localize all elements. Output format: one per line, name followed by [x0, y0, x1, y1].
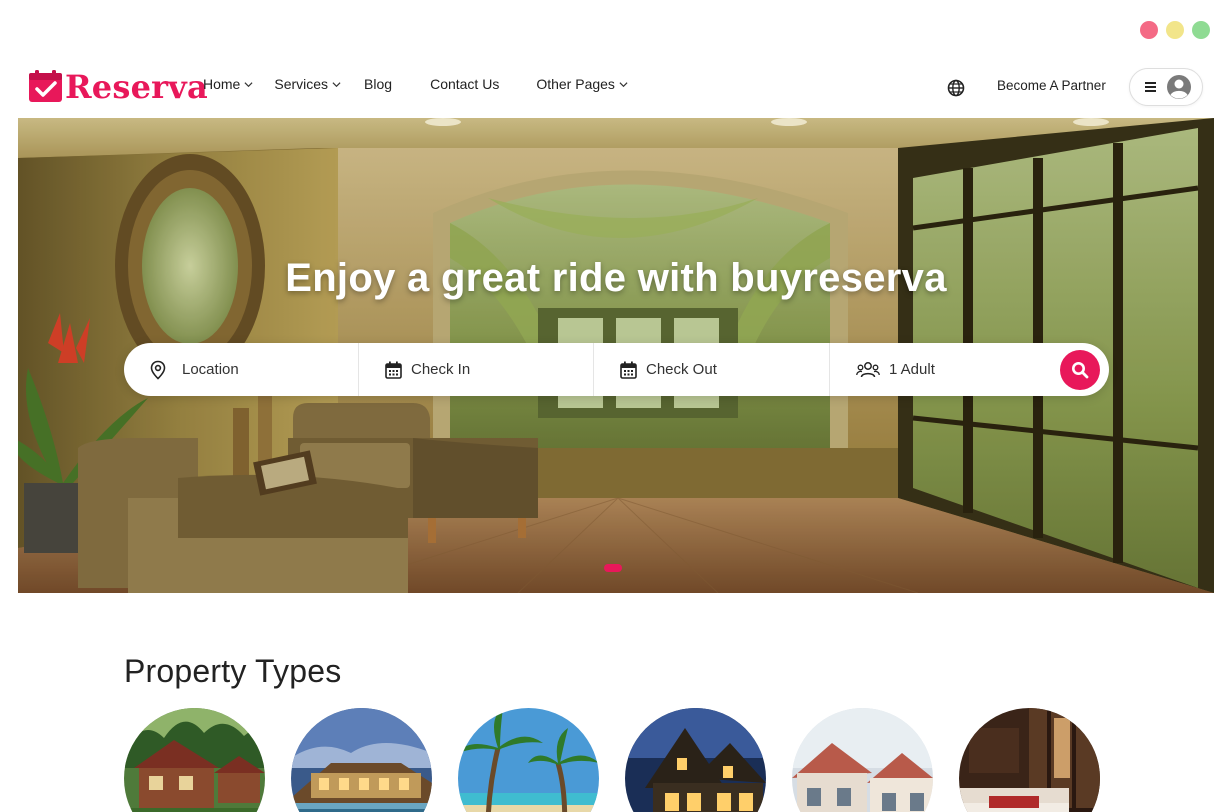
map-pin-icon [150, 360, 166, 380]
nav-item-label: Contact Us [430, 76, 500, 92]
close-window-dot[interactable] [1140, 21, 1158, 39]
nav-item-other-pages[interactable]: Other Pages [536, 76, 628, 92]
nav-item-contact-us[interactable]: Contact Us [430, 76, 499, 92]
property-types-title: Property Types [124, 653, 342, 689]
window-controls [1140, 21, 1210, 39]
calendar-icon [385, 361, 402, 379]
site-header: Reserva Home Services Blog Contact Us Ot… [0, 62, 1232, 114]
nav-item-label: Blog [364, 76, 393, 92]
property-type-beach[interactable] [458, 708, 599, 812]
nav-item-label: Services [274, 76, 329, 92]
property-type-resort[interactable] [291, 708, 432, 812]
hamburger-icon [1145, 82, 1156, 92]
become-partner-link[interactable]: Become A Partner [997, 78, 1106, 93]
wooden-cabin-photo [124, 708, 265, 812]
chevron-down-icon [244, 81, 253, 87]
nav-item-services[interactable]: Services [274, 76, 341, 92]
search-button[interactable] [1060, 350, 1100, 390]
users-icon [856, 361, 880, 377]
property-type-cabin[interactable] [124, 708, 265, 812]
brand-logo[interactable]: Reserva [28, 69, 208, 105]
main-nav: Home Services Blog Contact Us Other Page… [203, 76, 628, 92]
calendar-icon [620, 361, 637, 379]
location-placeholder: Location [182, 361, 239, 378]
property-type-townhouse[interactable] [792, 708, 933, 812]
chevron-down-icon [619, 81, 628, 87]
check-in-field[interactable]: Check In [359, 343, 594, 396]
check-out-field[interactable]: Check Out [594, 343, 830, 396]
property-type-hotel-room[interactable] [959, 708, 1100, 812]
nav-item-home[interactable]: Home [203, 76, 253, 92]
user-avatar-icon [1167, 75, 1191, 99]
palm-beach-photo [458, 708, 599, 812]
nav-item-label: Other Pages [536, 76, 615, 92]
property-type-villa[interactable] [625, 708, 766, 812]
hero-title: Enjoy a great ride with buyreserva [285, 256, 947, 300]
search-bar: Location Check In Check Out 1 Adult [124, 343, 1109, 396]
location-field[interactable]: Location [124, 343, 359, 396]
minimize-window-dot[interactable] [1166, 21, 1184, 39]
check-in-label: Check In [411, 361, 471, 378]
nav-item-blog[interactable]: Blog [364, 76, 392, 92]
resort-pool-photo [291, 708, 432, 812]
brand-name: Reserva [65, 68, 208, 106]
globe-icon[interactable] [946, 78, 966, 98]
user-menu-button[interactable] [1129, 68, 1203, 106]
chevron-down-icon [332, 81, 341, 87]
guests-label: 1 Adult [889, 361, 935, 378]
calendar-check-icon [28, 69, 64, 105]
nav-item-label: Home [203, 76, 241, 92]
villa-night-photo [625, 708, 766, 812]
check-out-label: Check Out [646, 361, 717, 378]
hotel-room-photo [959, 708, 1100, 812]
maximize-window-dot[interactable] [1192, 21, 1210, 39]
guests-field[interactable]: 1 Adult [830, 343, 1030, 396]
search-icon [1072, 362, 1089, 379]
townhouse-photo [792, 708, 933, 812]
slider-dot-active[interactable] [604, 564, 622, 572]
